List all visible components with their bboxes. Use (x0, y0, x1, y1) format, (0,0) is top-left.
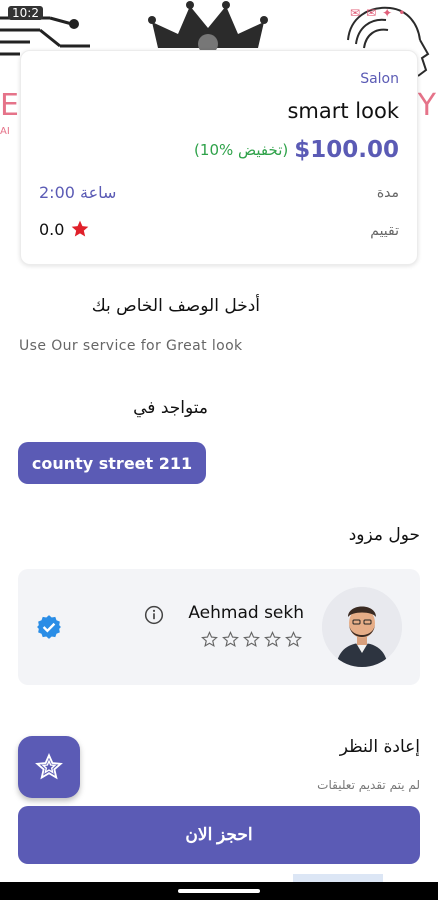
description-heading: أدخل الوصف الخاص بك (91, 296, 260, 316)
duration-label: مدة (376, 185, 399, 201)
info-icon[interactable] (144, 605, 164, 625)
brand-right-text: Y (417, 88, 436, 123)
star-outline-icon (35, 753, 63, 780)
star-icon (72, 220, 89, 237)
provider-avatar[interactable] (322, 587, 402, 667)
empty-star-icon (285, 631, 302, 648)
rating-value: 0.0 (39, 219, 65, 239)
favorite-fab-button[interactable] (18, 736, 80, 798)
empty-star-icon (222, 631, 239, 648)
crown-logo (148, 1, 268, 50)
provider-card[interactable]: Aehmad sekh (18, 569, 420, 685)
provider-name: Aehmad sekh (188, 603, 304, 623)
avatar-illustration (322, 587, 402, 667)
reviews-heading: إعادة النظر (339, 737, 420, 757)
service-price: $100.00 (294, 137, 399, 163)
duration-value: 2:00 ساعة (39, 183, 117, 202)
rating-row: 0.0 (39, 219, 90, 239)
system-nav-bar (0, 882, 438, 900)
dot-icon: • (398, 6, 406, 20)
location-heading: متواجد في (133, 398, 208, 418)
book-now-button[interactable]: احجز الان (18, 806, 420, 864)
about-provider-heading: حول مزود (348, 525, 420, 545)
status-icons: ✉ ✉ ✦ • (350, 6, 405, 20)
empty-star-icon (243, 631, 260, 648)
location-chip[interactable]: county street 211 (18, 442, 206, 484)
service-category[interactable]: Salon (360, 71, 399, 87)
rating-label: تقييم (370, 223, 399, 239)
home-handle[interactable] (178, 889, 260, 893)
notification-icon: ✉ (350, 6, 361, 20)
bottom-strip (0, 872, 438, 882)
status-time: 10:2 (8, 6, 43, 20)
discount-label: (10% تخفيض) (194, 141, 289, 159)
description-text: Use Our service for Great look (19, 338, 243, 354)
alert-icon: ✦ (382, 6, 393, 20)
service-info-card: Salon smart look (10% تخفيض) $100.00 مدة… (20, 50, 418, 265)
service-title: smart look (287, 99, 399, 123)
provider-star-rating (201, 631, 302, 648)
empty-star-icon (201, 631, 218, 648)
no-reviews-text: لم يتم تقديم تعليقات (317, 778, 420, 792)
price-row: (10% تخفيض) $100.00 (194, 137, 399, 163)
brand-sub-text: AI (0, 126, 10, 137)
empty-star-icon (264, 631, 281, 648)
message-icon: ✉ (366, 6, 377, 20)
verified-badge-icon (37, 615, 61, 639)
